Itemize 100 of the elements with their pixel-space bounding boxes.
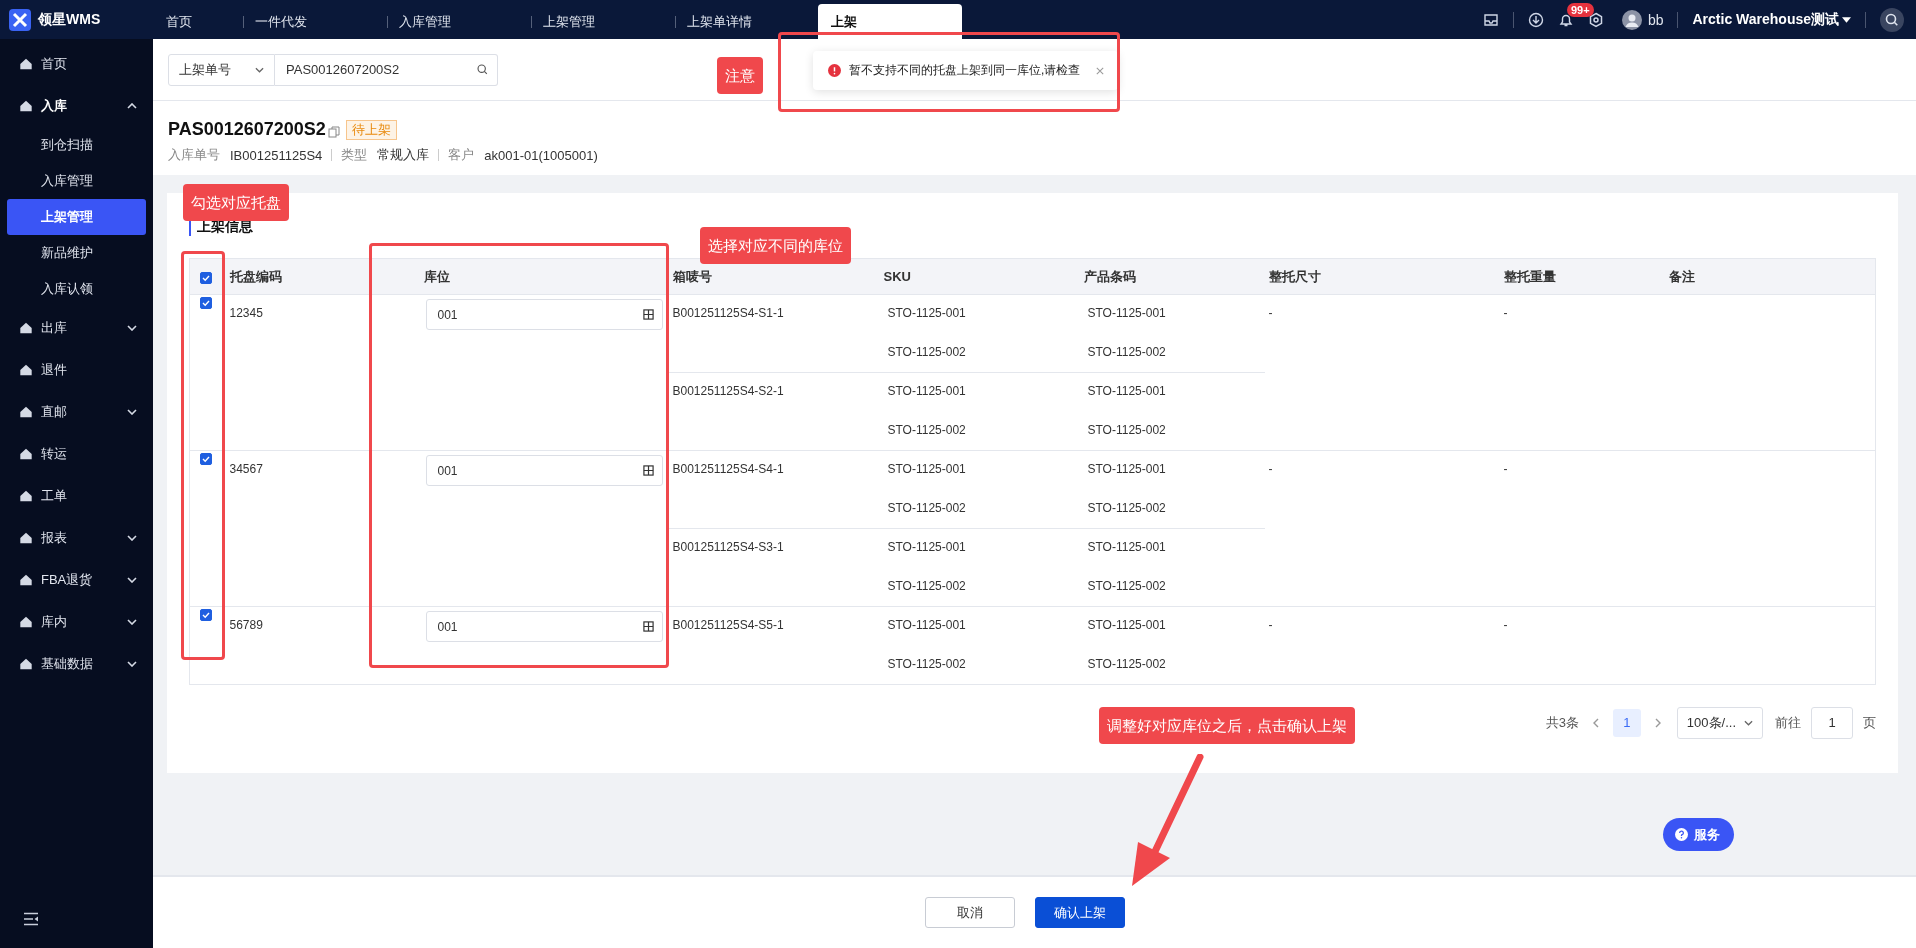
table-cell: STO-1125-002 [887,578,966,593]
grid-icon[interactable] [642,621,654,632]
table-cell: STO-1125-002 [1087,578,1166,593]
chevron-icon [255,66,264,73]
close-icon[interactable] [1096,66,1105,75]
annotation-callout: 调整好对应库位之后，点击确认上架 [1099,707,1355,744]
table-cell: 12345 [229,306,263,320]
inbox-icon[interactable] [1482,11,1499,28]
grid-icon[interactable] [642,465,654,476]
logo-icon [9,8,31,31]
warehouse-selector[interactable]: Arctic Warehouse测试 [1692,10,1851,29]
avatar-icon[interactable] [1621,9,1642,30]
table-cell: STO-1125-002 [887,344,966,359]
table-cell: STO-1125-002 [1087,422,1166,437]
sidebar-subitem[interactable]: 新品维护 [7,235,146,271]
help-icon [1675,828,1688,841]
table-cell: 56789 [229,618,263,632]
location-field[interactable]: 001 [425,611,663,642]
table-cell: 34567 [229,462,263,476]
page-size-select[interactable]: 100条/... [1676,707,1763,739]
sidebar-item[interactable]: 入库 [0,85,153,127]
meta-value: 常规入库 [377,146,430,164]
row-checkbox[interactable] [199,296,212,309]
table-cell: STO-1125-002 [887,500,966,515]
table-cell: STO-1125-001 [887,384,966,398]
menu-collapse-icon[interactable] [23,912,39,926]
table-cell: B001251125S4-S4-1 [672,462,784,476]
page-tab[interactable]: 入库管理 [386,4,530,39]
sidebar-item[interactable]: 出库 [0,307,153,349]
sidebar-item[interactable]: 报表 [0,517,153,559]
column-header: 产品条码 [1083,268,1136,284]
toast-message: 暂不支持不同的托盘上架到同一库位,请检查 [849,62,1081,79]
annotation-callout: 选择对应不同的库位 [700,227,851,264]
meta-label: 入库单号 [168,146,220,164]
house-icon [19,531,33,545]
sidebar-item[interactable]: 工单 [0,475,153,517]
error-icon [828,64,841,77]
column-header: 托盘编码 [229,268,282,284]
select-all-checkbox[interactable] [199,271,212,284]
order-number: PAS0012607200S2 [168,119,326,140]
user-name[interactable]: bb [1647,11,1664,28]
sidebar-item[interactable]: 转运 [0,433,153,475]
chevron-right-icon[interactable] [1654,718,1661,728]
table-cell: - [1268,306,1273,320]
sidebar-item[interactable]: FBA退货 [0,559,153,601]
goto-page-field[interactable]: 1 [1811,707,1853,739]
table-cell: B001251125S4-S3-1 [672,540,784,554]
search-type-select[interactable]: 上架单号 [168,53,275,86]
table-cell: STO-1125-002 [1087,656,1166,671]
page-number[interactable]: 1 [1612,709,1641,737]
table-cell: STO-1125-002 [887,656,966,671]
page-tab[interactable]: 首页 [153,4,242,39]
sidebar-item[interactable]: 首页 [0,43,153,85]
table-cell: STO-1125-001 [1087,384,1166,398]
house-icon [19,321,33,335]
chevron-left-icon[interactable] [1592,718,1599,728]
table-cell: STO-1125-001 [1087,306,1166,320]
sidebar-item[interactable]: 退件 [0,349,153,391]
sidebar-subitem[interactable]: 到仓扫描 [7,127,146,163]
table-cell: STO-1125-002 [1087,344,1166,359]
sidebar-subitem[interactable]: 上架管理 [7,199,146,235]
annotation-callout: 勾选对应托盘 [183,184,289,221]
location-field[interactable]: 001 [425,299,663,330]
meta-label: 类型 [341,146,368,164]
grid-icon[interactable] [642,309,654,320]
house-icon [19,489,33,503]
table-cell: STO-1125-001 [887,618,966,632]
house-icon [19,615,33,629]
house-icon [19,447,33,461]
cancel-button[interactable]: 取消 [924,897,1015,928]
sidebar-subitem[interactable]: 入库管理 [7,163,146,199]
location-field[interactable]: 001 [425,455,663,486]
meta-value: ak001-01(1005001) [484,147,598,163]
table-cell: - [1268,618,1273,632]
search-icon[interactable] [476,63,489,76]
house-icon [19,99,33,113]
sidebar-item[interactable]: 库内 [0,601,153,643]
house-icon [19,573,33,587]
search-icon[interactable] [1880,7,1904,32]
search-field[interactable]: PAS0012607200S2 [275,53,498,86]
table-cell: STO-1125-001 [1087,540,1166,554]
page-tab[interactable]: 上架单详情 [674,4,818,39]
sidebar-subitem[interactable]: 入库认领 [7,271,146,307]
sidebar-item[interactable]: 直邮 [0,391,153,433]
download-icon[interactable] [1527,11,1544,28]
row-checkbox[interactable] [199,452,212,465]
page-tab[interactable]: 上架管理 [530,4,674,39]
house-icon [19,657,33,671]
sidebar-item[interactable]: 基础数据 [0,643,153,685]
table-cell: - [1503,306,1508,320]
table-cell: - [1268,462,1273,476]
confirm-button[interactable]: 确认上架 [1034,897,1125,928]
total-count: 共3条 [1545,714,1579,732]
page-tab[interactable]: 一件代发 [242,4,386,39]
house-icon [19,405,33,419]
annotation-callout: 注意 [717,57,763,94]
row-checkbox[interactable] [199,608,212,621]
column-header: SKU [883,269,911,284]
meta-label: 客户 [448,146,475,164]
table-cell: STO-1125-001 [1087,462,1166,476]
